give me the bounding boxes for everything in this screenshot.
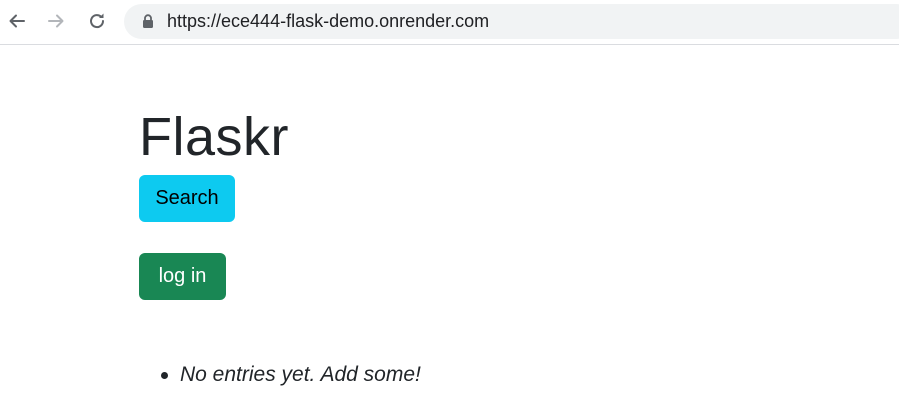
lock-icon[interactable]: [141, 14, 155, 29]
url-text[interactable]: https://ece444-flask-demo.onrender.com: [167, 10, 489, 32]
forward-button[interactable]: [44, 9, 68, 33]
arrow-left-icon: [9, 14, 25, 28]
browser-toolbar: https://ece444-flask-demo.onrender.com: [0, 0, 899, 45]
address-bar[interactable]: https://ece444-flask-demo.onrender.com: [124, 4, 899, 39]
back-button[interactable]: [5, 9, 29, 33]
entry-text: No entries yet. Add some!: [180, 363, 421, 386]
page-content: Flaskr Search log in: [139, 104, 289, 300]
login-button[interactable]: log in: [139, 253, 226, 300]
search-button[interactable]: Search: [139, 175, 235, 222]
arrow-right-icon: [48, 14, 64, 28]
list-bullet: [161, 372, 168, 379]
list-item: No entries yet. Add some!: [161, 360, 421, 390]
page-title: Flaskr: [139, 107, 289, 167]
entries-list: No entries yet. Add some!: [161, 360, 421, 390]
reload-icon: [90, 13, 105, 29]
reload-button[interactable]: [85, 9, 109, 33]
